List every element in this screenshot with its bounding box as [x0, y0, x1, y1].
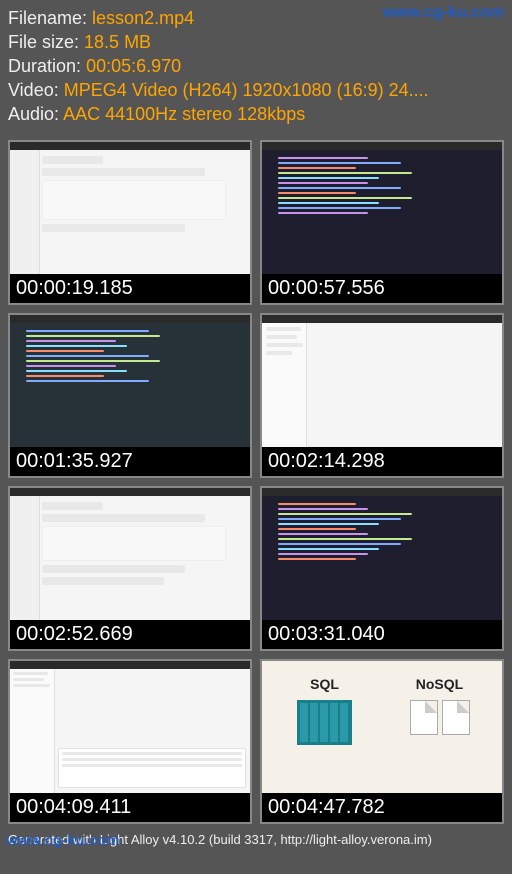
document-icon	[442, 700, 470, 735]
duration-row: Duration: 00:05:6.970	[8, 54, 504, 78]
thumbnail[interactable]: 00:02:52.669	[8, 486, 252, 651]
thumb-preview	[262, 315, 502, 450]
timestamp: 00:00:57.556	[262, 274, 502, 303]
filesize-label: File size:	[8, 32, 79, 52]
thumbnail[interactable]: 00:00:57.556	[260, 140, 504, 305]
timestamp: 00:04:47.782	[262, 793, 502, 822]
thumbnail[interactable]: 00:03:31.040	[260, 486, 504, 651]
video-value: MPEG4 Video (H264) 1920x1080 (16:9) 24..…	[64, 80, 429, 100]
thumbnail[interactable]: 00:00:19.185	[8, 140, 252, 305]
thumb-preview	[262, 142, 502, 277]
video-label: Video:	[8, 80, 59, 100]
timestamp: 00:04:09.411	[10, 793, 250, 822]
thumbnail-grid: 00:00:19.185 00:00:57.556 00:01:35.927	[0, 130, 512, 828]
thumb-preview	[10, 315, 250, 450]
thumbnail[interactable]: 00:02:14.298	[260, 313, 504, 478]
thumb-preview	[10, 661, 250, 796]
audio-label: Audio:	[8, 104, 59, 124]
document-icon	[410, 700, 438, 735]
file-info-header: www.cg-ku.com Filename: lesson2.mp4 File…	[0, 0, 512, 130]
timestamp: 00:03:31.040	[262, 620, 502, 649]
filesize-value: 18.5 MB	[84, 32, 151, 52]
filename-label: Filename:	[8, 8, 87, 28]
thumbnail[interactable]: 00:04:09.411	[8, 659, 252, 824]
thumbnail[interactable]: 00:01:35.927	[8, 313, 252, 478]
timestamp: 00:02:52.669	[10, 620, 250, 649]
duration-label: Duration:	[8, 56, 81, 76]
watermark-link[interactable]: www.cg-ku.com	[6, 832, 120, 849]
thumbnail[interactable]: SQL NoSQL 00:04:47.782	[260, 659, 504, 824]
thumb-preview: SQL NoSQL	[262, 661, 502, 796]
footer: Generated with Light Alloy v4.10.2 (buil…	[0, 828, 512, 851]
audio-row: Audio: AAC 44100Hz stereo 128kbps	[8, 102, 504, 126]
timestamp: 00:02:14.298	[262, 447, 502, 476]
video-row: Video: MPEG4 Video (H264) 1920x1080 (16:…	[8, 78, 504, 102]
timestamp: 00:00:19.185	[10, 274, 250, 303]
thumb-preview	[262, 488, 502, 623]
nosql-label: NoSQL	[382, 676, 497, 692]
filename-value: lesson2.mp4	[92, 8, 194, 28]
filesize-row: File size: 18.5 MB	[8, 30, 504, 54]
watermark-link[interactable]: www.cg-ku.com	[383, 4, 504, 22]
thumb-preview	[10, 488, 250, 623]
sql-table-icon	[297, 700, 352, 745]
thumb-preview	[10, 142, 250, 277]
audio-value: AAC 44100Hz stereo 128kbps	[63, 104, 305, 124]
timestamp: 00:01:35.927	[10, 447, 250, 476]
sql-label: SQL	[267, 676, 382, 692]
duration-value: 00:05:6.970	[86, 56, 181, 76]
